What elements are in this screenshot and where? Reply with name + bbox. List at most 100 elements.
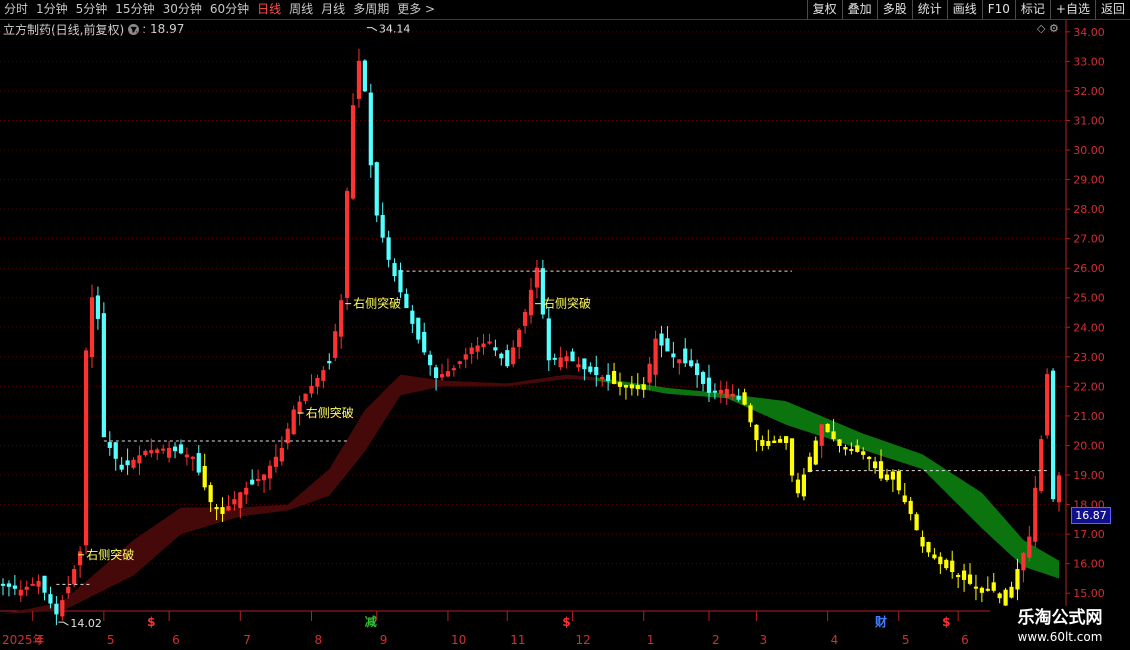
candle-body[interactable] bbox=[1039, 439, 1044, 492]
candle-body[interactable] bbox=[422, 331, 427, 353]
candle-body[interactable] bbox=[558, 357, 563, 368]
candle-body[interactable] bbox=[433, 367, 439, 379]
candle-body[interactable] bbox=[766, 441, 771, 446]
candle-body[interactable] bbox=[350, 105, 356, 199]
candle-body[interactable] bbox=[0, 583, 6, 586]
candle-body[interactable] bbox=[362, 60, 367, 92]
candle-body[interactable] bbox=[380, 215, 385, 238]
candle-body[interactable] bbox=[997, 593, 1002, 599]
candle-body[interactable] bbox=[736, 395, 741, 400]
candle-body[interactable] bbox=[167, 447, 172, 458]
tab-period-3[interactable]: 15分钟 bbox=[111, 0, 158, 19]
candle-body[interactable] bbox=[457, 361, 462, 364]
candle-body[interactable] bbox=[950, 560, 955, 573]
candle-body[interactable] bbox=[267, 465, 273, 479]
candle-body[interactable] bbox=[784, 436, 789, 444]
candle-body[interactable] bbox=[522, 312, 528, 326]
candle-body[interactable] bbox=[772, 440, 777, 444]
candle-body[interactable] bbox=[178, 444, 184, 454]
candle-body[interactable] bbox=[463, 354, 468, 360]
candle-body[interactable] bbox=[635, 385, 640, 390]
toolbar-button-1[interactable]: 叠加 bbox=[841, 0, 877, 19]
candle-body[interactable] bbox=[1009, 586, 1014, 598]
tab-period-7[interactable]: 周线 bbox=[285, 0, 317, 19]
candle-body[interactable] bbox=[600, 377, 605, 380]
candle-body[interactable] bbox=[689, 360, 694, 367]
candle-body[interactable] bbox=[12, 585, 17, 589]
candle-body[interactable] bbox=[511, 347, 516, 365]
candle-body[interactable] bbox=[445, 371, 451, 377]
candle-body[interactable] bbox=[327, 360, 332, 364]
candle-body[interactable] bbox=[671, 353, 676, 358]
candle-body[interactable] bbox=[617, 382, 623, 387]
candle-body[interactable] bbox=[6, 583, 12, 587]
toolbar-button-3[interactable]: 统计 bbox=[911, 0, 947, 19]
candle-body[interactable] bbox=[683, 348, 688, 364]
kline-chart[interactable]: 34.00 33.00 32.00 31.00 30.00 29.00 28.00 27.00… bbox=[0, 20, 1130, 650]
candle-body[interactable] bbox=[961, 570, 967, 580]
candle-body[interactable] bbox=[404, 293, 409, 309]
candle-body[interactable] bbox=[706, 377, 712, 393]
candle-body[interactable] bbox=[967, 574, 973, 584]
tab-period-0[interactable]: 分时 bbox=[0, 0, 32, 19]
tab-period-1[interactable]: 1分钟 bbox=[32, 0, 72, 19]
candle-body[interactable] bbox=[944, 559, 949, 569]
candle-body[interactable] bbox=[202, 465, 207, 488]
candle-body[interactable] bbox=[309, 385, 314, 394]
candle-body[interactable] bbox=[606, 374, 611, 381]
candle-body[interactable] bbox=[1056, 475, 1062, 503]
candle-body[interactable] bbox=[724, 388, 729, 398]
candle-body[interactable] bbox=[789, 438, 795, 476]
candle-body[interactable] bbox=[973, 586, 979, 589]
candle-body[interactable] bbox=[30, 583, 35, 586]
candle-body[interactable] bbox=[742, 392, 747, 405]
candle-body[interactable] bbox=[914, 514, 919, 531]
candle-body[interactable] bbox=[451, 368, 456, 371]
candle-body[interactable] bbox=[695, 363, 700, 376]
candle-body[interactable] bbox=[611, 371, 617, 384]
candle-body[interactable] bbox=[718, 389, 723, 394]
candle-body[interactable] bbox=[410, 310, 415, 324]
event-marker[interactable]: $ bbox=[942, 615, 950, 629]
candle-body[interactable] bbox=[475, 345, 480, 352]
candle-body[interactable] bbox=[546, 318, 551, 361]
candle-body[interactable] bbox=[214, 507, 219, 510]
tab-period-6[interactable]: 日线 bbox=[253, 0, 285, 19]
candle-body[interactable] bbox=[208, 485, 213, 503]
candle-body[interactable] bbox=[902, 495, 907, 503]
candle-body[interactable] bbox=[172, 446, 178, 452]
candle-body[interactable] bbox=[386, 237, 391, 260]
candle-body[interactable] bbox=[629, 384, 634, 389]
candle-body[interactable] bbox=[896, 471, 901, 491]
candle-body[interactable] bbox=[843, 446, 848, 450]
candle-body[interactable] bbox=[36, 580, 41, 587]
candle-body[interactable] bbox=[700, 372, 706, 384]
candle-body[interactable] bbox=[985, 588, 990, 591]
candle-body[interactable] bbox=[831, 431, 836, 440]
tab-period-2[interactable]: 5分钟 bbox=[72, 0, 112, 19]
candle-body[interactable] bbox=[374, 162, 379, 216]
candle-body[interactable] bbox=[333, 331, 338, 358]
candle-body[interactable] bbox=[137, 455, 142, 464]
candle-body[interactable] bbox=[161, 448, 166, 451]
candle-body[interactable] bbox=[149, 450, 154, 454]
candle-body[interactable] bbox=[356, 60, 362, 99]
candle-body[interactable] bbox=[487, 341, 492, 344]
tab-period-9[interactable]: 多周期 bbox=[349, 0, 393, 19]
candle-body[interactable] bbox=[677, 359, 682, 364]
candle-body[interactable] bbox=[261, 474, 267, 481]
candle-body[interactable] bbox=[979, 587, 984, 593]
candle-body[interactable] bbox=[238, 492, 243, 508]
candle-body[interactable] bbox=[795, 479, 801, 494]
candle-body[interactable] bbox=[819, 424, 824, 446]
candle-body[interactable] bbox=[493, 347, 498, 351]
candle-body[interactable] bbox=[481, 343, 486, 348]
candle-body[interactable] bbox=[18, 589, 23, 596]
candle-body[interactable] bbox=[1045, 374, 1050, 436]
candle-body[interactable] bbox=[60, 600, 65, 617]
candle-body[interactable] bbox=[184, 454, 190, 458]
candle-body[interactable] bbox=[849, 448, 854, 451]
candle-body[interactable] bbox=[813, 440, 818, 465]
candle-body[interactable] bbox=[1021, 552, 1026, 571]
toolbar-button-2[interactable]: 多股 bbox=[876, 0, 912, 19]
